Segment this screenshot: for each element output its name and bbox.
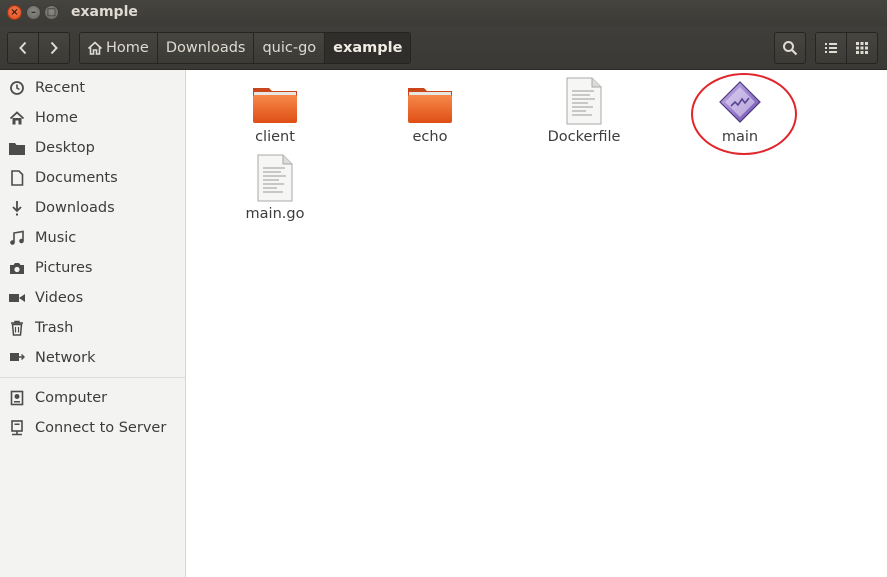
back-button[interactable] — [8, 33, 38, 63]
sidebar-divider — [0, 377, 185, 378]
window-title: example — [71, 4, 138, 20]
music-icon — [8, 230, 26, 246]
search-group — [774, 32, 806, 64]
sidebar-item-home[interactable]: Home — [0, 103, 185, 133]
camera-icon — [8, 261, 26, 275]
file-name: main.go — [245, 206, 305, 222]
sidebar-item-label: Connect to Server — [35, 420, 167, 436]
search-button[interactable] — [775, 33, 805, 63]
folder-icon — [8, 141, 26, 156]
breadcrumb-label: example — [333, 40, 403, 56]
text-document-icon — [257, 154, 293, 202]
computer-icon — [8, 390, 26, 406]
sidebar-item-recent[interactable]: Recent — [0, 73, 185, 103]
file-item-main-go[interactable]: main.go — [215, 153, 335, 222]
sidebar-item-label: Home — [35, 110, 78, 126]
home-icon — [87, 41, 103, 55]
sidebar: Recent Home Desktop Documents Downloads … — [0, 70, 186, 577]
sidebar-item-label: Desktop — [35, 140, 95, 156]
breadcrumb-label: Downloads — [165, 40, 246, 56]
forward-button[interactable] — [38, 33, 69, 63]
search-icon — [783, 41, 798, 56]
sidebar-item-label: Documents — [35, 170, 118, 186]
toolbar: Home Downloads quic-go example — [0, 26, 887, 70]
close-window-button[interactable]: × — [7, 5, 22, 20]
network-icon — [8, 351, 26, 365]
highlight-circle — [691, 73, 797, 155]
sidebar-item-label: Videos — [35, 290, 84, 306]
breadcrumb-label: Home — [106, 40, 149, 56]
view-toggle — [815, 32, 878, 64]
folder-icon — [253, 88, 297, 123]
grid-view-icon — [856, 42, 868, 54]
breadcrumb-quic-go[interactable]: quic-go — [253, 33, 325, 63]
title-bar: × – □ example — [0, 0, 887, 26]
breadcrumb-downloads[interactable]: Downloads — [156, 33, 254, 63]
list-view-icon — [825, 43, 837, 53]
breadcrumb-home[interactable]: Home — [80, 33, 157, 63]
trash-icon — [8, 320, 26, 336]
sidebar-item-documents[interactable]: Documents — [0, 163, 185, 193]
sidebar-item-downloads[interactable]: Downloads — [0, 193, 185, 223]
sidebar-item-label: Network — [35, 350, 96, 366]
sidebar-item-trash[interactable]: Trash — [0, 313, 185, 343]
file-item-client[interactable]: client — [215, 82, 335, 145]
home-icon — [8, 110, 26, 126]
sidebar-item-pictures[interactable]: Pictures — [0, 253, 185, 283]
text-document-icon — [566, 77, 602, 125]
sidebar-item-videos[interactable]: Videos — [0, 283, 185, 313]
server-icon — [8, 420, 26, 436]
clock-icon — [8, 80, 26, 96]
folder-icon — [408, 88, 452, 123]
sidebar-item-label: Downloads — [35, 200, 115, 216]
sidebar-item-computer[interactable]: Computer — [0, 383, 185, 413]
file-name: echo — [412, 129, 448, 145]
history-nav — [7, 32, 70, 64]
sidebar-item-label: Trash — [35, 320, 74, 336]
sidebar-item-music[interactable]: Music — [0, 223, 185, 253]
list-view-button[interactable] — [816, 33, 846, 63]
sidebar-item-desktop[interactable]: Desktop — [0, 133, 185, 163]
download-icon — [8, 200, 26, 216]
maximize-window-button[interactable]: □ — [44, 5, 59, 20]
file-item-dockerfile[interactable]: Dockerfile — [524, 76, 644, 145]
minimize-window-button[interactable]: – — [26, 5, 41, 20]
breadcrumb-label: quic-go — [262, 40, 317, 56]
video-icon — [8, 292, 26, 304]
file-item-echo[interactable]: echo — [370, 82, 490, 145]
breadcrumb: Home Downloads quic-go example — [79, 32, 412, 64]
document-icon — [8, 170, 26, 186]
chevron-right-icon — [50, 41, 58, 55]
sidebar-item-label: Computer — [35, 390, 108, 406]
sidebar-item-network[interactable]: Network — [0, 343, 185, 373]
grid-view-button[interactable] — [846, 33, 877, 63]
chevron-left-icon — [19, 41, 27, 55]
file-view: client echo Dockerfile main main.go — [190, 70, 887, 577]
breadcrumb-example[interactable]: example — [324, 33, 411, 63]
sidebar-item-label: Pictures — [35, 260, 93, 276]
file-name: client — [255, 129, 295, 145]
sidebar-item-connect-to-server[interactable]: Connect to Server — [0, 413, 185, 443]
file-name: Dockerfile — [547, 129, 621, 145]
sidebar-item-label: Recent — [35, 80, 86, 96]
sidebar-item-label: Music — [35, 230, 77, 246]
